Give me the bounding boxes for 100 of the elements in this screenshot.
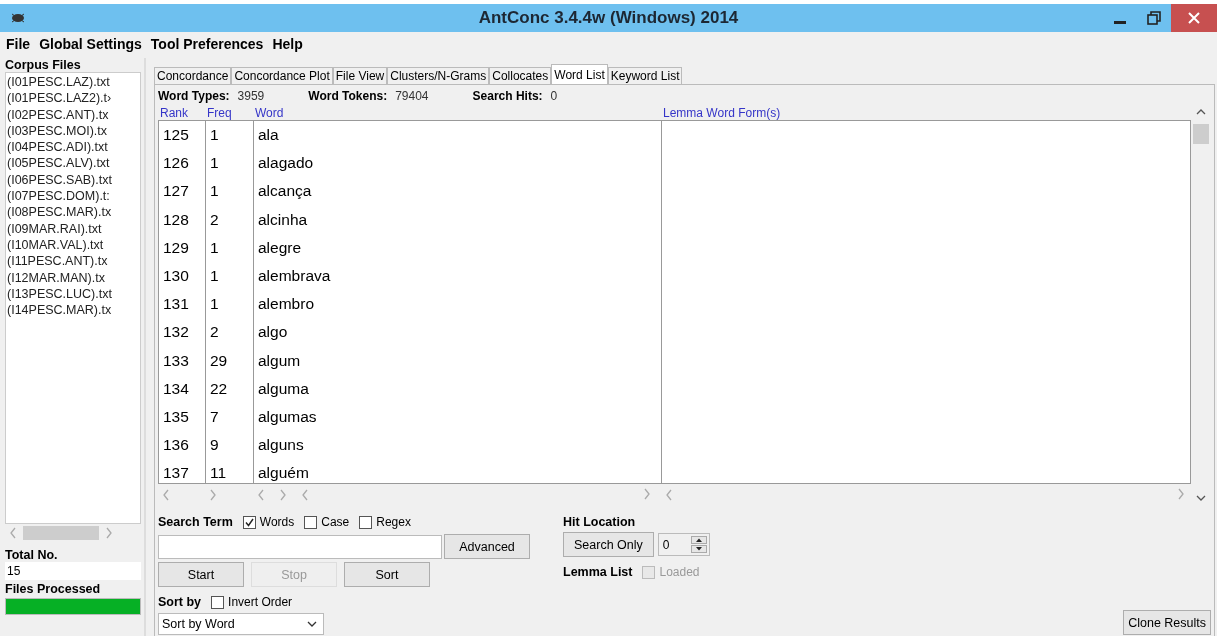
total-label: Total No. bbox=[5, 548, 59, 562]
total-count: 15 bbox=[5, 562, 141, 580]
caret-icon bbox=[307, 621, 317, 627]
scroll-down-icon[interactable] bbox=[1196, 494, 1206, 502]
sort-by-label: Sort by bbox=[158, 595, 202, 609]
checkbox[interactable] bbox=[242, 515, 256, 529]
corpus-file-entry[interactable]: (I06PESC.SAB).txt bbox=[7, 172, 139, 190]
column-header[interactable]: Rank bbox=[158, 106, 205, 120]
checkbox-label: Case bbox=[321, 515, 350, 529]
scroll-left-icon[interactable] bbox=[301, 489, 309, 501]
scroll-right-icon[interactable] bbox=[105, 527, 113, 539]
corpus-file-entry[interactable]: (I13PESC.LUC).txt bbox=[7, 286, 139, 304]
scroll-left-icon[interactable] bbox=[257, 489, 265, 501]
tab[interactable]: Word List bbox=[551, 64, 608, 84]
tab[interactable]: Collocates bbox=[489, 67, 552, 84]
checkbox[interactable] bbox=[359, 515, 373, 529]
corpus-file-entry[interactable]: (I04PESC.ADI).txt bbox=[7, 140, 139, 157]
corpus-file-entry[interactable]: (I03PESC.MOI).tx bbox=[7, 123, 139, 141]
files-processed-label: Files Processed bbox=[5, 582, 102, 596]
scroll-left-icon[interactable] bbox=[9, 527, 17, 539]
close-button[interactable] bbox=[1171, 4, 1217, 32]
scroll-left-icon[interactable] bbox=[162, 489, 170, 501]
number-spinner[interactable]: 0 bbox=[657, 533, 710, 556]
window-title: AntConc 3.4.4w (Windows) 2014 bbox=[478, 8, 739, 27]
scroll-thumb[interactable] bbox=[23, 526, 99, 540]
column-header[interactable]: Word bbox=[253, 106, 661, 120]
table-cell-text: alagado bbox=[257, 153, 315, 174]
advanced-button[interactable]: Advanced bbox=[444, 534, 530, 559]
scroll-right-icon[interactable] bbox=[209, 489, 217, 501]
table-cell-text: 1 bbox=[209, 237, 220, 258]
action-button[interactable]: Sort bbox=[344, 562, 430, 587]
scroll-right-icon[interactable] bbox=[1177, 487, 1185, 500]
table-cell-text: alcinha bbox=[257, 209, 309, 230]
table-cell-text: alcança bbox=[257, 181, 313, 202]
table-cell-text: 2 bbox=[209, 322, 220, 343]
table-cell-text: 128 bbox=[162, 209, 190, 230]
corpus-file-entry[interactable]: (I01PESC.LAZ2).t› bbox=[7, 91, 139, 108]
scroll-right-icon[interactable] bbox=[279, 489, 287, 501]
table-cell-text: 22 bbox=[209, 378, 229, 399]
table-cell-text: alguma bbox=[257, 378, 310, 399]
checkbox-label: Words bbox=[259, 515, 295, 529]
search-field[interactable] bbox=[158, 534, 442, 559]
table-cell-text: algo bbox=[257, 322, 289, 343]
table-cell-text: 29 bbox=[209, 350, 229, 371]
tab[interactable]: File View bbox=[332, 67, 388, 84]
table-cell-text: alegre bbox=[257, 237, 303, 258]
corpus-file-entry[interactable]: (I01PESC.LAZ).txt bbox=[7, 75, 139, 92]
table-cell-text: 133 bbox=[162, 350, 190, 371]
corpus-file-entry[interactable]: (I12MAR.MAN).tx bbox=[7, 270, 139, 287]
corpus-file-entry[interactable]: (I08PESC.MAR).tx bbox=[7, 205, 139, 222]
tab[interactable]: Clusters/N-Grams bbox=[387, 67, 490, 84]
column-header[interactable]: Lemma Word Form(s) bbox=[661, 106, 1191, 120]
action-button[interactable]: Start bbox=[158, 562, 244, 587]
table-cell-text: ala bbox=[257, 125, 280, 145]
checkbox[interactable] bbox=[211, 595, 225, 609]
tab[interactable]: Keyword List bbox=[607, 67, 683, 84]
corpus-file-entry[interactable]: (I14PESC.MAR).tx bbox=[7, 303, 139, 320]
table-cell-text: 131 bbox=[162, 294, 190, 315]
corpus-file-entry[interactable]: (I11PESC.ANT).tx bbox=[7, 254, 139, 271]
table-cell-text: 136 bbox=[162, 435, 190, 456]
table-cell-text: 1 bbox=[209, 181, 220, 202]
stat-label: Search Hits: bbox=[472, 89, 543, 103]
stat-label: Word Tokens: bbox=[308, 89, 388, 103]
clone-results-button[interactable]: Clone Results bbox=[1123, 610, 1211, 635]
table-cell-text: 130 bbox=[162, 265, 190, 286]
stat-value: 0 bbox=[550, 89, 558, 103]
menu-item[interactable]: Global Settings bbox=[39, 36, 142, 56]
table-cell-text: 1 bbox=[209, 153, 220, 174]
corpus-file-entry[interactable]: (I10MAR.VAL).txt bbox=[7, 237, 139, 255]
table-cell-text: alembrava bbox=[257, 265, 332, 286]
tab[interactable]: Concordance Plot bbox=[231, 67, 333, 84]
stat-value: 79404 bbox=[395, 89, 429, 103]
scroll-left-icon[interactable] bbox=[665, 489, 673, 501]
menu-item[interactable]: File bbox=[6, 36, 31, 56]
search-only-button[interactable]: Search Only bbox=[563, 532, 654, 557]
ant-icon bbox=[10, 12, 26, 24]
column-header[interactable]: Freq bbox=[205, 106, 253, 120]
table-cell-text: 9 bbox=[209, 435, 220, 456]
scroll-thumb[interactable] bbox=[1193, 124, 1209, 144]
corpus-file-entry[interactable]: (I07PESC.DOM).t: bbox=[7, 189, 139, 206]
corpus-file-entry[interactable]: (I02PESC.ANT).tx bbox=[7, 107, 139, 124]
table-cell-text: 126 bbox=[162, 153, 190, 174]
corpus-file-entry[interactable]: (I05PESC.ALV).txt bbox=[7, 156, 139, 173]
table-cell-text: 7 bbox=[209, 406, 220, 427]
table-cell-text: algumas bbox=[257, 406, 318, 427]
corpus-file-entry[interactable]: (I09MAR.RAI).txt bbox=[7, 221, 139, 238]
menu-item[interactable]: Tool Preferences bbox=[150, 36, 264, 56]
table-cell-text: 132 bbox=[162, 322, 190, 343]
tab[interactable]: Concordance bbox=[154, 67, 232, 84]
table-cell-text: 125 bbox=[162, 125, 190, 145]
checkbox[interactable] bbox=[304, 515, 318, 529]
scroll-right-icon[interactable] bbox=[643, 487, 651, 500]
hit-location-label: Hit Location bbox=[563, 515, 637, 529]
maximize-icon bbox=[1147, 11, 1161, 25]
minimize-icon bbox=[1114, 20, 1126, 24]
stat-label: Word Types: bbox=[158, 89, 230, 103]
menu-item[interactable]: Help bbox=[272, 36, 303, 56]
scroll-up-icon[interactable] bbox=[1196, 108, 1206, 116]
sort-dropdown[interactable]: Sort by Word bbox=[158, 613, 324, 635]
table-cell-text: 2 bbox=[209, 209, 220, 230]
